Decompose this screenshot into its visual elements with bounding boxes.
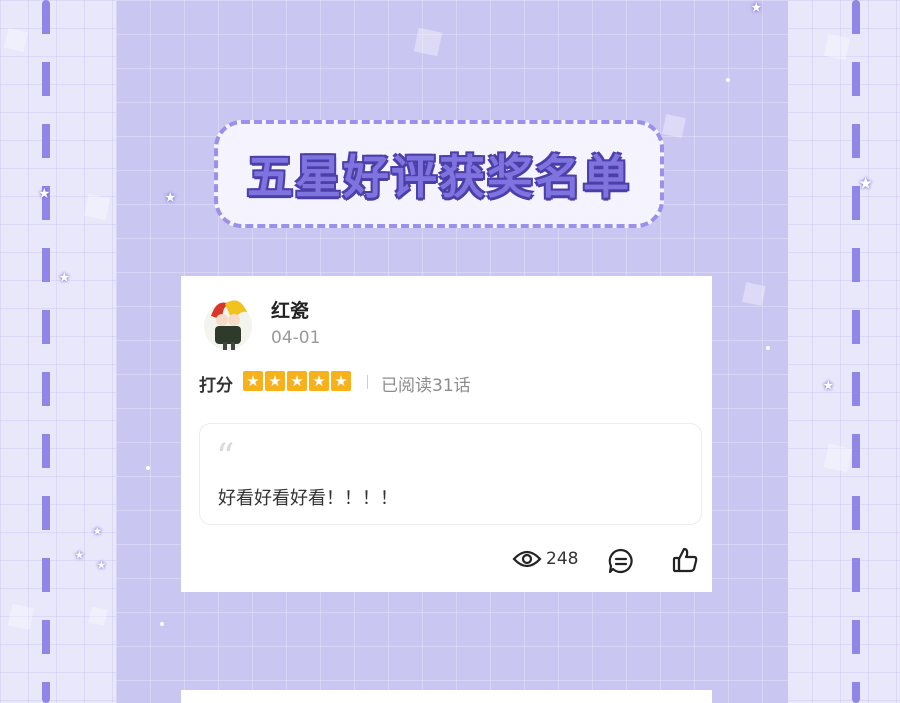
view-count: 248 (512, 549, 578, 569)
star-icon: ★ (164, 190, 177, 206)
divider (367, 375, 368, 389)
banner-title: 五星好评获奖名单 (247, 150, 631, 204)
rating-label: 打分 (199, 376, 233, 396)
decoration-square (662, 114, 686, 138)
comment-button[interactable] (608, 548, 634, 574)
like-button[interactable] (672, 546, 699, 574)
decoration-square (4, 28, 28, 52)
left-dashed-border (42, 0, 50, 703)
star-icon: ★ (92, 524, 103, 538)
right-dashed-border (852, 0, 860, 703)
username[interactable]: 红瓷 (271, 296, 309, 323)
decoration-square (88, 606, 108, 626)
decoration-square (823, 443, 853, 473)
star-icon: ★ (287, 371, 307, 391)
quote-icon: “ (216, 437, 235, 478)
decoration-square (413, 27, 443, 57)
title-banner: 五星好评获奖名单 (214, 120, 664, 228)
sparkle (766, 346, 770, 350)
star-icon: ★ (309, 371, 329, 391)
decoration-square (742, 282, 766, 306)
comment-text: 好看好看好看！！！！ (218, 488, 398, 509)
comment-icon (608, 548, 633, 574)
avatar[interactable] (203, 294, 253, 352)
star-icon: ★ (265, 371, 285, 391)
sparkle (160, 622, 164, 626)
post-date: 04-01 (271, 328, 321, 348)
star-icon: ★ (822, 378, 835, 394)
star-icon: ★ (74, 548, 85, 562)
decoration-square (823, 33, 851, 61)
star-icon: ★ (331, 371, 351, 391)
sparkle (146, 466, 150, 470)
sparkle (726, 78, 730, 82)
decoration-square (83, 193, 111, 221)
comment-box: “ 好看好看好看！！！！ (199, 423, 702, 525)
view-count-value: 248 (546, 549, 579, 569)
star-rating: ★ ★ ★ ★ ★ (243, 371, 351, 391)
star-icon: ★ (38, 186, 51, 202)
star-icon: ★ (858, 174, 874, 194)
chapters-read: 已阅读31话 (381, 376, 471, 396)
star-icon: ★ (96, 558, 107, 572)
decoration-square (7, 603, 35, 631)
review-card: 红瓷 04-01 打分 ★ ★ ★ ★ ★ 已阅读31话 “ 好看好看好看！！！… (181, 276, 712, 592)
thumbs-up-icon (672, 547, 698, 573)
star-icon: ★ (750, 0, 763, 16)
next-review-card (181, 690, 712, 703)
eye-icon (512, 550, 542, 568)
star-icon: ★ (243, 371, 263, 391)
star-icon: ★ (58, 270, 71, 286)
